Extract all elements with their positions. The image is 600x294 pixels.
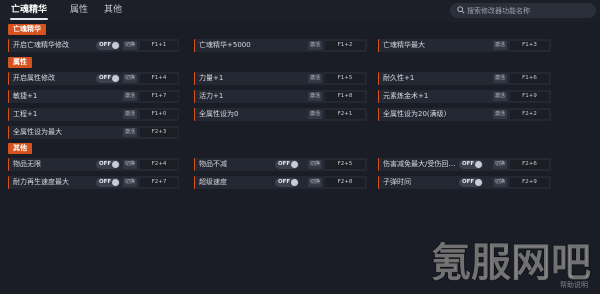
cheat-label: 开启属性修改 <box>13 74 55 82</box>
action-button[interactable]: 切换 <box>123 178 137 187</box>
search-input[interactable] <box>467 4 592 17</box>
hotkey-badge[interactable]: F1+5 <box>325 74 365 83</box>
action-button[interactable]: 激活 <box>493 41 507 50</box>
cheat-row: 全属性设为最大 激活 F2+3 <box>8 126 179 139</box>
hotkey-badge[interactable]: F2+9 <box>510 178 549 187</box>
cheat-label: 物品不减 <box>199 160 227 168</box>
action-button[interactable]: 切换 <box>308 160 322 169</box>
action-button[interactable]: 激活 <box>308 110 322 119</box>
section-header-soul-essence: 亡魂精华 <box>8 24 46 35</box>
section-header-attributes: 属性 <box>8 57 32 68</box>
hotkey-badge[interactable]: F1+4 <box>140 74 178 83</box>
action-button[interactable]: 激活 <box>493 110 507 119</box>
cheat-row: 活力+1 激活 F1+8 <box>194 90 367 103</box>
hotkey-badge[interactable]: F1+2 <box>325 41 365 50</box>
cheat-row: 亡魂精华最大 激活 F1+3 <box>378 39 551 52</box>
toggle-switch[interactable]: OFF <box>459 160 483 169</box>
cheat-row: 工程+1 激活 F1+0 <box>8 108 179 121</box>
cheat-row: 子弹时间 OFF 切换 F2+9 <box>378 176 551 189</box>
action-button[interactable]: 切换 <box>493 160 507 169</box>
hotkey-badge[interactable]: F1+6 <box>510 74 549 83</box>
action-button[interactable]: 激活 <box>308 92 322 101</box>
cheat-label: 力量+1 <box>199 74 224 82</box>
cheat-label: 子弹时间 <box>383 178 411 186</box>
toggle-switch[interactable]: OFF <box>275 160 299 169</box>
toggle-switch[interactable]: OFF <box>96 178 120 187</box>
cheat-row: 物品不减 OFF 切换 F2+5 <box>194 158 367 171</box>
action-button[interactable]: 切换 <box>123 41 137 50</box>
hotkey-badge[interactable]: F2+6 <box>510 160 549 169</box>
hotkey-badge[interactable]: F2+2 <box>510 110 549 119</box>
top-tab-bar: 亡魂精华 属性 其他 <box>0 0 600 22</box>
toggle-switch[interactable]: OFF <box>96 160 120 169</box>
cheat-row: 全属性设为0 激活 F2+1 <box>194 108 367 121</box>
cheat-row: 伤害减免最大/受伤回… OFF 切换 F2+6 <box>378 158 551 171</box>
action-button[interactable]: 切换 <box>123 160 137 169</box>
cheat-label: 耐久性+1 <box>383 74 415 82</box>
cheat-label: 全属性设为20(满级) <box>383 110 447 118</box>
cheat-row: 敏捷+1 激活 F1+7 <box>8 90 179 103</box>
cheat-label: 耐力再生速度最大 <box>13 178 69 186</box>
hotkey-badge[interactable]: F2+8 <box>325 178 365 187</box>
cheat-label: 活力+1 <box>199 92 224 100</box>
tab-attributes[interactable]: 属性 <box>66 3 92 19</box>
cheat-row: 超级速度 OFF 切换 F2+8 <box>194 176 367 189</box>
action-button[interactable]: 激活 <box>493 74 507 83</box>
action-button[interactable]: 激活 <box>123 128 137 137</box>
hotkey-badge[interactable]: F1+7 <box>140 92 178 101</box>
cheat-label: 开启亡魂精华修改 <box>13 41 69 49</box>
action-button[interactable]: 切换 <box>493 178 507 187</box>
cheat-label: 伤害减免最大/受伤回… <box>383 160 456 168</box>
hotkey-badge[interactable]: F1+9 <box>510 92 549 101</box>
hotkey-badge[interactable]: F2+3 <box>140 128 178 137</box>
cheat-row: 开启属性修改 OFF 切换 F1+4 <box>8 72 179 85</box>
cheat-row: 亡魂精华+5000 激活 F1+2 <box>194 39 367 52</box>
cheat-label: 工程+1 <box>13 110 38 118</box>
cheat-label: 元素炼金术+1 <box>383 92 429 100</box>
toggle-switch[interactable]: OFF <box>459 178 483 187</box>
hotkey-badge[interactable]: F2+5 <box>325 160 365 169</box>
cheat-label: 全属性设为0 <box>199 110 239 118</box>
cheat-label: 亡魂精华+5000 <box>199 41 251 49</box>
action-button[interactable]: 激活 <box>493 92 507 101</box>
cheat-row: 耐力再生速度最大 OFF 切换 F2+7 <box>8 176 179 189</box>
hotkey-badge[interactable]: F1+8 <box>325 92 365 101</box>
section-header-other: 其他 <box>8 143 32 154</box>
hotkey-badge[interactable]: F1+1 <box>140 41 178 50</box>
search-box[interactable] <box>450 3 596 18</box>
cheat-label: 超级速度 <box>199 178 227 186</box>
hotkey-badge[interactable]: F1+3 <box>510 41 549 50</box>
hotkey-badge[interactable]: F1+0 <box>140 110 178 119</box>
hotkey-badge[interactable]: F2+1 <box>325 110 365 119</box>
cheat-row: 元素炼金术+1 激活 F1+9 <box>378 90 551 103</box>
action-button[interactable]: 激活 <box>308 41 322 50</box>
toggle-switch[interactable]: OFF <box>96 74 120 83</box>
cheat-row: 全属性设为20(满级) 激活 F2+2 <box>378 108 551 121</box>
cheat-label: 亡魂精华最大 <box>383 41 425 49</box>
cheat-label: 物品无限 <box>13 160 41 168</box>
cheat-row: 耐久性+1 激活 F1+6 <box>378 72 551 85</box>
hotkey-badge[interactable]: F2+7 <box>140 178 178 187</box>
cheat-label: 敏捷+1 <box>13 92 38 100</box>
search-icon <box>457 6 465 14</box>
cheat-row: 开启亡魂精华修改 OFF 切换 F1+1 <box>8 39 179 52</box>
tab-other[interactable]: 其他 <box>100 3 126 19</box>
tab-soul-essence[interactable]: 亡魂精华 <box>6 3 52 20</box>
toggle-switch[interactable]: OFF <box>96 41 120 50</box>
cheat-row: 力量+1 激活 F1+5 <box>194 72 367 85</box>
action-button[interactable]: 激活 <box>123 92 137 101</box>
toggle-switch[interactable]: OFF <box>275 178 299 187</box>
action-button[interactable]: 激活 <box>123 110 137 119</box>
action-button[interactable]: 切换 <box>308 178 322 187</box>
action-button[interactable]: 切换 <box>123 74 137 83</box>
cheat-label: 全属性设为最大 <box>13 128 62 136</box>
action-button[interactable]: 激活 <box>308 74 322 83</box>
cheat-row: 物品无限 OFF 切换 F2+4 <box>8 158 179 171</box>
help-link[interactable]: 帮助说明 <box>560 280 588 290</box>
hotkey-badge[interactable]: F2+4 <box>140 160 178 169</box>
